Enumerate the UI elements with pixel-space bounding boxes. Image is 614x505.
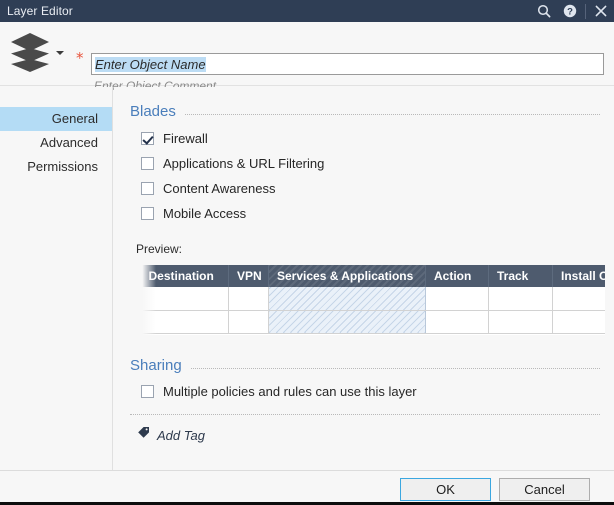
cell-install-on[interactable] xyxy=(552,287,605,311)
blades-section-header: Blades xyxy=(130,103,600,120)
sharing-multiple-policies-label: Multiple policies and rules can use this… xyxy=(163,384,417,399)
cancel-button[interactable]: Cancel xyxy=(499,478,590,501)
tags-divider xyxy=(130,414,600,415)
tag-icon xyxy=(137,426,150,444)
table-header-row: Destination VPN Services & Applications … xyxy=(140,265,605,287)
blades-title: Blades xyxy=(130,103,176,120)
sharing-divider xyxy=(190,368,600,369)
cell-destination[interactable] xyxy=(140,310,229,334)
required-indicator: * xyxy=(76,49,84,67)
title-bar-divider xyxy=(585,3,586,19)
chevron-down-icon[interactable] xyxy=(56,51,64,55)
title-bar-actions: ? xyxy=(531,0,614,22)
table-row[interactable] xyxy=(140,310,605,334)
add-tag-button[interactable]: Add Tag xyxy=(137,426,205,444)
title-bar: Layer Editor ? xyxy=(0,0,614,22)
sidebar-item-advanced[interactable]: Advanced xyxy=(0,131,112,155)
blade-firewall-row[interactable]: Firewall xyxy=(141,131,208,146)
blade-content-awareness-checkbox[interactable] xyxy=(141,182,154,195)
blade-appsurl-checkbox[interactable] xyxy=(141,157,154,170)
layers-icon xyxy=(8,31,52,73)
cell-vpn[interactable] xyxy=(228,310,269,334)
blade-content-awareness-label: Content Awareness xyxy=(163,181,276,196)
object-header: * Enter Object Comment xyxy=(0,22,614,93)
sidebar: General Advanced Permissions xyxy=(0,87,113,470)
table-row[interactable] xyxy=(140,287,605,311)
blades-divider xyxy=(184,114,600,115)
add-tag-label: Add Tag xyxy=(157,427,205,443)
cell-services-applications[interactable] xyxy=(268,310,426,334)
column-header-services-applications[interactable]: Services & Applications xyxy=(268,265,426,287)
help-icon[interactable]: ? xyxy=(557,0,583,22)
preview-table: Destination VPN Services & Applications … xyxy=(140,265,605,335)
layer-editor-dialog: Layer Editor ? * Enter Object Name Enter… xyxy=(0,0,614,505)
cell-track[interactable] xyxy=(488,310,553,334)
column-header-vpn[interactable]: VPN xyxy=(228,265,269,287)
sharing-multiple-policies-row[interactable]: Multiple policies and rules can use this… xyxy=(141,384,417,399)
blade-mobile-access-checkbox[interactable] xyxy=(141,207,154,220)
sidebar-item-permissions[interactable]: Permissions xyxy=(0,155,112,179)
cell-track[interactable] xyxy=(488,287,553,311)
blade-firewall-checkbox[interactable] xyxy=(141,132,154,145)
column-header-install-on[interactable]: Install On xyxy=(552,265,605,287)
blade-appsurl-label: Applications & URL Filtering xyxy=(163,156,325,171)
blade-content-awareness-row[interactable]: Content Awareness xyxy=(141,181,276,196)
column-header-destination[interactable]: Destination xyxy=(140,265,229,287)
sharing-multiple-policies-checkbox[interactable] xyxy=(141,385,154,398)
object-name-input[interactable] xyxy=(91,53,604,75)
cell-services-applications[interactable] xyxy=(268,287,426,311)
column-header-track[interactable]: Track xyxy=(488,265,553,287)
sharing-section-header: Sharing xyxy=(130,357,600,374)
sharing-title: Sharing xyxy=(130,357,182,374)
preview-label: Preview: xyxy=(136,242,183,256)
cell-action[interactable] xyxy=(425,310,489,334)
blade-mobile-access-row[interactable]: Mobile Access xyxy=(141,206,246,221)
cell-action[interactable] xyxy=(425,287,489,311)
cell-vpn[interactable] xyxy=(228,287,269,311)
blade-mobile-access-label: Mobile Access xyxy=(163,206,247,221)
dialog-footer: OK Cancel xyxy=(0,470,614,502)
cell-destination[interactable] xyxy=(140,287,229,311)
blade-appsurl-row[interactable]: Applications & URL Filtering xyxy=(141,156,324,171)
close-icon[interactable] xyxy=(588,0,614,22)
blade-firewall-label: Firewall xyxy=(163,131,208,146)
cell-install-on[interactable] xyxy=(552,310,605,334)
column-header-action[interactable]: Action xyxy=(425,265,489,287)
sidebar-item-general[interactable]: General xyxy=(0,107,112,131)
ok-button[interactable]: OK xyxy=(400,478,491,501)
general-panel: Blades Firewall Applications & URL Filte… xyxy=(114,87,614,470)
window-title: Layer Editor xyxy=(7,4,73,18)
search-icon[interactable] xyxy=(531,0,557,22)
svg-text:?: ? xyxy=(567,7,573,18)
